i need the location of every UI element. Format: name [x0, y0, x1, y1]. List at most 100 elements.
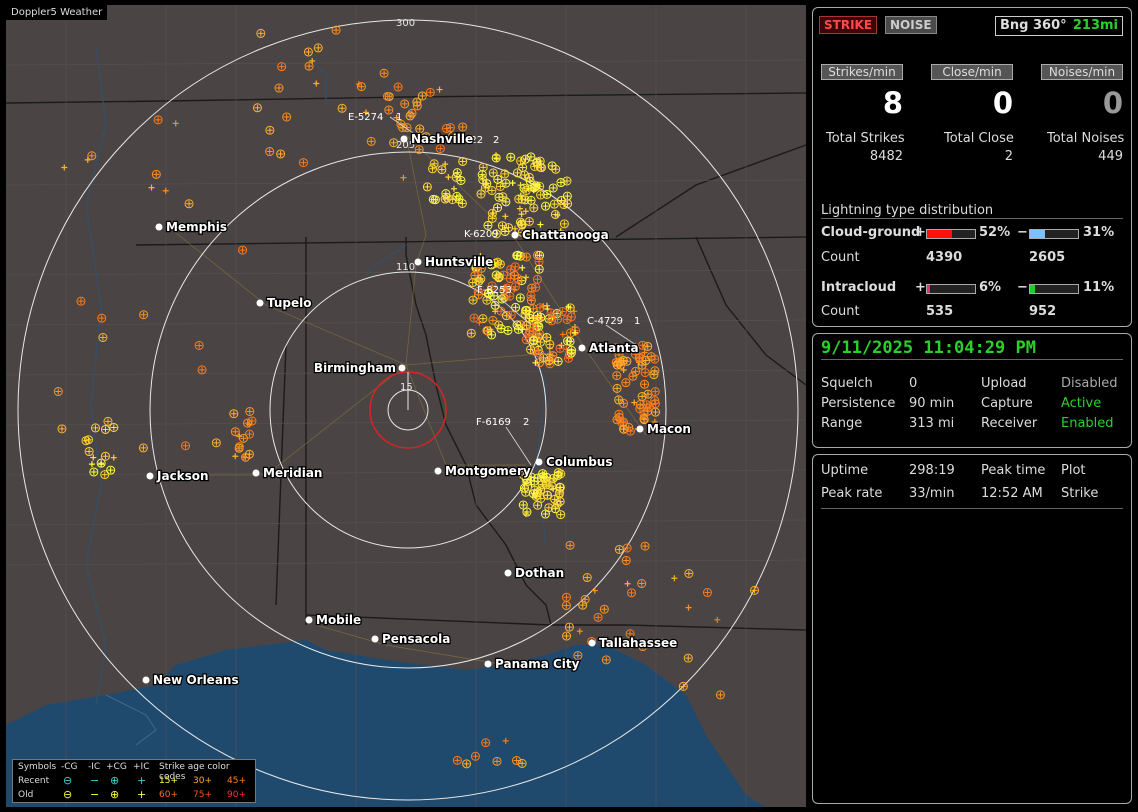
- city-label: Tupelo: [267, 296, 312, 310]
- strike-button[interactable]: STRIKE: [819, 16, 878, 34]
- strike-marker: [110, 454, 117, 461]
- city-dot: [484, 660, 492, 668]
- plot-value: Strike: [1061, 486, 1099, 501]
- roads: [156, 134, 647, 666]
- bearing-value: Bng 360°: [1000, 18, 1067, 33]
- strike-marker: [620, 367, 627, 374]
- strike-marker: [512, 225, 518, 232]
- strike-marker: [522, 208, 529, 215]
- cg-plus-percent: 52%: [979, 225, 1011, 240]
- city-dot: [636, 425, 644, 433]
- city-label: Chattanooga: [522, 228, 609, 242]
- cg-plus-bar: [926, 229, 976, 239]
- strike-marker: [493, 152, 500, 159]
- city-label: Columbus: [546, 455, 613, 469]
- bearing-range: 213mi: [1072, 18, 1118, 33]
- strike-marker: [88, 461, 95, 468]
- svg-text:F-8253: F-8253: [477, 285, 512, 296]
- total-close-label: Total Close: [944, 131, 1014, 146]
- strike-marker: [518, 211, 525, 218]
- city-label: Nashville: [411, 132, 473, 146]
- strike-marker: [509, 180, 516, 187]
- strikes-per-min-button[interactable]: Strikes/min: [821, 64, 903, 80]
- city-dot: [535, 458, 543, 466]
- city-label: Birmingham: [314, 361, 396, 375]
- cg-minus-percent: 31%: [1083, 225, 1115, 240]
- city-dot: [588, 639, 596, 647]
- strike-marker: [543, 302, 550, 309]
- strike-marker: [517, 182, 524, 189]
- city-dot: [434, 467, 442, 475]
- city-label: Meridian: [263, 466, 322, 480]
- strike-marker: [162, 187, 169, 194]
- range-value: 313 mi: [909, 416, 955, 431]
- ic-minus-bar: [1029, 284, 1079, 294]
- strike-marker: [559, 331, 566, 338]
- strike-marker: [232, 453, 239, 460]
- cg-minus-count: 2605: [1029, 250, 1066, 265]
- total-strikes-label: Total Strikes: [826, 131, 905, 146]
- total-close-value: 2: [1004, 149, 1013, 164]
- capture-value: Active: [1061, 396, 1102, 411]
- strike-marker: [516, 205, 523, 212]
- strike-marker: [84, 156, 91, 163]
- ic-minus-percent: 11%: [1083, 280, 1115, 295]
- city-label: Panama City: [495, 657, 580, 671]
- city-label: New Orleans: [153, 673, 239, 687]
- strike-marker: [450, 185, 457, 192]
- strikes-per-min-value: 8: [882, 86, 903, 120]
- peak-rate-value: 33/min: [909, 486, 955, 501]
- cloud-ground-label: Cloud-ground: [821, 225, 921, 240]
- strike-marker: [576, 628, 583, 635]
- ring-label-15: 15: [400, 382, 413, 393]
- city-label: Mobile: [316, 613, 361, 627]
- ic-plus-percent: 6%: [979, 280, 1002, 295]
- city-dot: [414, 258, 422, 266]
- ring-label-300: 300: [396, 18, 415, 29]
- city-dot: [155, 223, 163, 231]
- city-dot: [511, 231, 519, 239]
- cg-minus-bar: [1029, 229, 1079, 239]
- total-noises-label: Total Noises: [1047, 131, 1125, 146]
- upload-value: Disabled: [1061, 376, 1118, 391]
- city-dot: [578, 344, 586, 352]
- ring-label-110: 110: [396, 262, 415, 273]
- total-strikes-value: 8482: [869, 149, 903, 164]
- ic-minus-count: 952: [1029, 304, 1057, 319]
- noise-button[interactable]: NOISE: [885, 16, 937, 34]
- city-dot: [400, 135, 408, 143]
- close-per-min-value: 0: [992, 86, 1013, 120]
- strike-marker: [519, 264, 526, 271]
- strike-marker: [537, 221, 544, 228]
- svg-text:E-5274: E-5274: [348, 112, 383, 123]
- strike-stats-panel: STRIKE NOISE Bng 360° 213mi Strikes/min …: [812, 7, 1132, 327]
- strike-marker: [445, 174, 452, 181]
- strike-marker: [685, 604, 692, 611]
- city-label: Huntsville: [425, 255, 493, 269]
- strike-marker: [436, 86, 443, 93]
- close-per-min-button[interactable]: Close/min: [931, 64, 1013, 80]
- count-label-ic: Count: [821, 304, 860, 319]
- city-dot: [305, 616, 313, 624]
- peak-time-value: 12:52 AM: [981, 486, 1043, 501]
- strike-marker: [313, 80, 320, 87]
- map-canvas: 300 205 110 15 E-5274 1 122 2 K-6209 F-6…: [6, 5, 806, 807]
- strike-marker: [400, 174, 407, 181]
- city-label: Macon: [647, 422, 691, 436]
- total-noises-value: 449: [1098, 149, 1123, 164]
- strike-marker: [591, 587, 598, 594]
- city-label: Atlanta: [589, 341, 639, 355]
- strike-marker: [714, 616, 721, 623]
- strike-marker: [624, 580, 631, 587]
- svg-text:K-6209: K-6209: [464, 229, 499, 240]
- svg-text:2: 2: [523, 417, 529, 428]
- noises-per-min-button[interactable]: Noises/min: [1041, 64, 1123, 80]
- symbol-legend: Symbols -CG -IC +CG +IC Strike age color…: [12, 759, 256, 803]
- strike-marker: [523, 274, 530, 281]
- strike-marker: [61, 164, 68, 171]
- count-label: Count: [821, 250, 860, 265]
- bearing-box[interactable]: Bng 360° 213mi: [995, 16, 1123, 36]
- lightning-map[interactable]: Doppler5 Weather 300 205 110 15 E-5274 1…: [6, 5, 806, 807]
- city-label: Jackson: [156, 469, 209, 483]
- city-dot: [504, 569, 512, 577]
